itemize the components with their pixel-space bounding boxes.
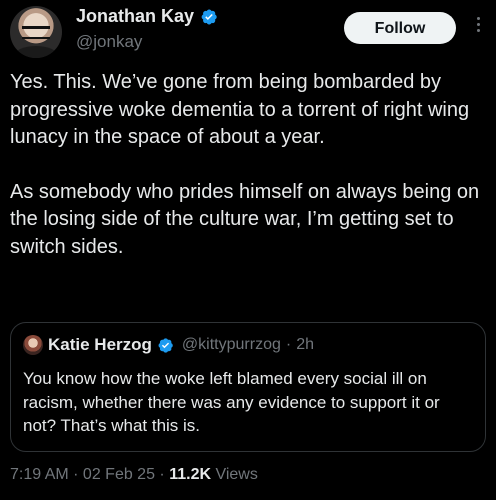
author-handle[interactable]: @jonkay bbox=[76, 32, 142, 52]
quoted-timestamp: 2h bbox=[296, 336, 314, 353]
tweet-time[interactable]: 7:19 AM bbox=[10, 466, 69, 483]
quoted-author-avatar bbox=[23, 335, 43, 355]
tweet-paragraph: As somebody who prides himself on always… bbox=[10, 180, 480, 258]
views-label: Views bbox=[211, 466, 258, 483]
author-avatar[interactable] bbox=[10, 6, 62, 58]
views-count: 11.2K bbox=[169, 466, 212, 483]
meta-separator: · bbox=[154, 466, 170, 483]
quoted-author-handle: @kittypurrzog bbox=[181, 336, 281, 353]
meta-separator: · bbox=[68, 466, 83, 483]
tweet-meta: 7:19 AM · 02 Feb 25 · 11.2K Views bbox=[10, 466, 258, 484]
more-vertical-icon[interactable] bbox=[470, 14, 486, 42]
quoted-tweet-text: You know how the woke left blamed every … bbox=[23, 369, 440, 435]
verified-badge-icon bbox=[201, 8, 217, 25]
tweet-card: Jonathan Kay @jonkay Follow Yes. This. W… bbox=[0, 0, 496, 500]
quoted-tweet[interactable]: Katie Herzog @kittypurrzog · 2h You know… bbox=[10, 322, 486, 452]
verified-badge-icon bbox=[158, 337, 173, 353]
tweet-body: Yes. This. We’ve gone from being bombard… bbox=[10, 69, 488, 261]
quoted-author-name: Katie Herzog bbox=[48, 335, 152, 354]
author-display-name[interactable]: Jonathan Kay bbox=[76, 6, 194, 27]
author-name-row: Jonathan Kay bbox=[76, 6, 218, 27]
avatar-glasses bbox=[22, 26, 50, 39]
quoted-tweet-header: Katie Herzog @kittypurrzog · 2h bbox=[23, 335, 314, 355]
avatar-shoulders bbox=[14, 46, 58, 58]
tweet-paragraph: Yes. This. We’ve gone from being bombard… bbox=[10, 71, 470, 148]
follow-button[interactable]: Follow bbox=[344, 12, 456, 44]
tweet-date[interactable]: 02 Feb 25 bbox=[83, 466, 155, 483]
quoted-separator: · bbox=[285, 336, 292, 353]
